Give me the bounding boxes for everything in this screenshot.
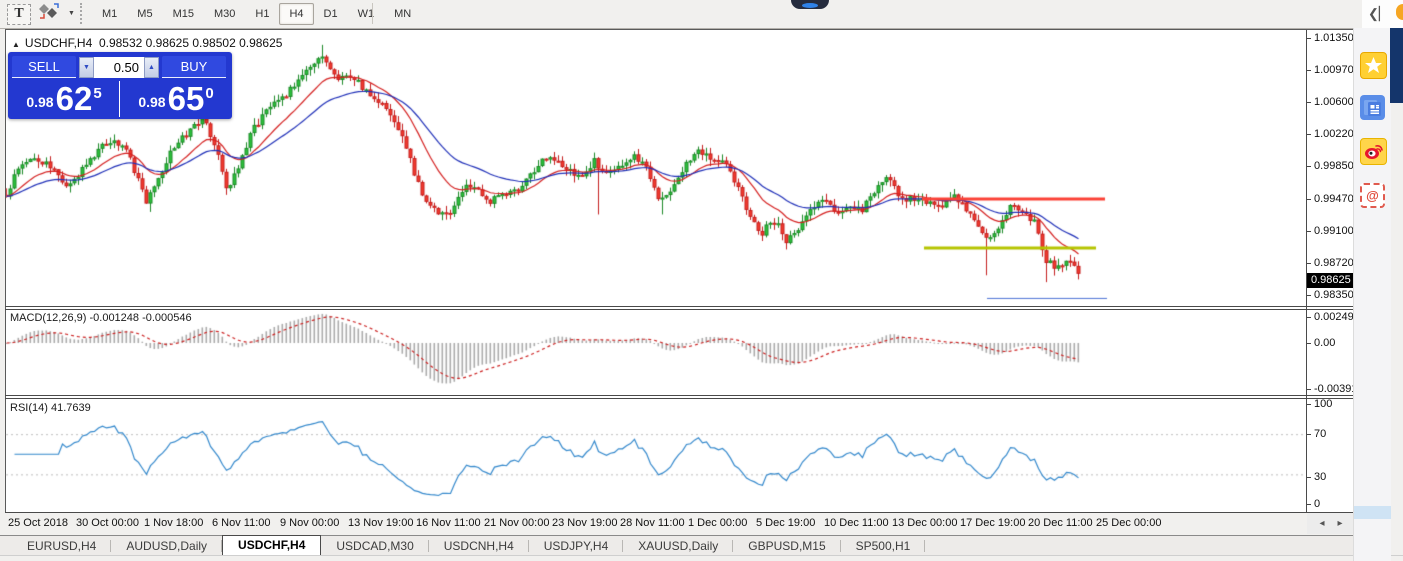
chart-title: ▲ USDCHF,H4 0.98532 0.98625 0.98502 0.986…	[12, 36, 282, 50]
macd-values: -0.001248 -0.000546	[89, 312, 191, 324]
time-axis-label: 23 Nov 19:00	[552, 517, 617, 529]
macd-axis-tick: 0.002492	[1307, 310, 1359, 324]
sidebar-partial-banner	[1354, 506, 1391, 519]
time-axis-label: 20 Dec 11:00	[1028, 517, 1093, 529]
sell-price-big-digits: 62	[56, 84, 93, 114]
pane-border[interactable]	[5, 395, 1353, 396]
time-axis-label: 1 Dec 00:00	[688, 517, 747, 529]
tab-xauusd-daily[interactable]: XAUUSD,Daily	[623, 537, 733, 555]
tab-usdjpy-h4[interactable]: USDJPY,H4	[529, 537, 623, 555]
scroll-left-icon[interactable]: ◂	[1315, 517, 1329, 531]
current-price-tag: 0.98625	[1307, 273, 1357, 288]
pane-border	[5, 398, 1353, 399]
time-axis-label: 5 Dec 19:00	[756, 517, 815, 529]
macd-name: MACD(12,26,9)	[10, 312, 86, 324]
time-axis-label: 16 Nov 11:00	[416, 517, 481, 529]
time-axis-label: 1 Nov 18:00	[144, 517, 203, 529]
sell-price-pip-digit: 5	[93, 85, 101, 102]
macd-axis-tick: -0.003913	[1307, 382, 1359, 396]
time-axis-label: 21 Nov 00:00	[484, 517, 549, 529]
time-axis-label: 25 Dec 00:00	[1096, 517, 1161, 529]
volume-decrease-button[interactable]: ▼	[79, 57, 94, 78]
time-axis-corner: ◂ ▸	[1307, 513, 1353, 534]
time-axis-label: 6 Nov 11:00	[212, 517, 271, 529]
time-axis-label: 13 Dec 00:00	[892, 517, 957, 529]
time-axis-label: 28 Nov 11:00	[620, 517, 685, 529]
tab-usdcnh-h4[interactable]: USDCNH,H4	[429, 537, 529, 555]
volume-input[interactable]	[94, 57, 144, 78]
chart-ohlc-values: 0.98532 0.98625 0.98502 0.98625	[99, 36, 283, 50]
price-axis-tick: 0.99850	[1307, 159, 1359, 173]
price-axis-tick: 0.99470	[1307, 192, 1359, 206]
time-axis-label: 17 Dec 19:00	[960, 517, 1025, 529]
mt4-window: T ▼ M1 M5 M15 M30 H1 H4 D1 W1 MN	[0, 0, 1403, 561]
price-axis-tick: 0.99100	[1307, 224, 1359, 238]
chart-tab-bar: EURUSD,H4 AUDUSD,Daily USDCHF,H4 USDCAD,…	[0, 535, 1362, 555]
buy-button[interactable]: BUY	[162, 56, 226, 78]
buy-price-big-digits: 65	[168, 84, 205, 114]
buy-price-prefix: 0.98	[138, 94, 165, 110]
weibo-icon[interactable]	[1360, 138, 1387, 165]
tab-eurusd-h4[interactable]: EURUSD,H4	[12, 537, 111, 555]
rsi-value: 41.7639	[51, 402, 91, 414]
rsi-axis-tick: 70	[1307, 427, 1359, 441]
price-axis-tick: 1.00220	[1307, 127, 1359, 141]
scroll-right-icon[interactable]: ▸	[1333, 517, 1347, 531]
chart-collapse-icon[interactable]: ▲	[12, 40, 20, 49]
price-axis-tick: 0.98350	[1307, 288, 1359, 302]
news-feed-icon[interactable]	[1360, 95, 1385, 120]
time-axis-label: 25 Oct 2018	[8, 517, 68, 529]
tab-audusd-daily[interactable]: AUDUSD,Daily	[111, 537, 222, 555]
favorites-star-icon[interactable]	[1360, 52, 1387, 79]
time-axis-label: 13 Nov 19:00	[348, 517, 413, 529]
buy-price-display[interactable]: 0.98 65 0	[120, 79, 231, 119]
price-axis-tick: 0.98720	[1307, 256, 1359, 270]
mail-at-icon[interactable]: @	[1360, 183, 1385, 208]
tab-gbpusd-m15[interactable]: GBPUSD,M15	[733, 537, 840, 555]
price-axis-tick: 1.01350	[1307, 31, 1359, 45]
time-axis-label: 10 Dec 11:00	[824, 517, 889, 529]
rsi-axis-tick: 0	[1307, 497, 1359, 511]
one-click-trading-panel: SELL ▼ ▲ BUY 0.98 62 5 0.98 65 0	[8, 52, 232, 119]
price-axis-tick: 1.00600	[1307, 95, 1359, 109]
browser-edge-strip	[1390, 28, 1403, 103]
browser-sidebar: @	[1353, 28, 1391, 561]
pane-border	[5, 309, 1353, 310]
tab-sp500-h1[interactable]: SP500,H1	[841, 537, 926, 555]
pane-border	[5, 512, 1353, 513]
time-axis-label: 30 Oct 00:00	[76, 517, 139, 529]
sell-price-display[interactable]: 0.98 62 5	[8, 79, 119, 119]
rsi-name: RSI(14)	[10, 402, 48, 414]
sell-button[interactable]: SELL	[12, 56, 76, 78]
rsi-axis-tick: 30	[1307, 470, 1359, 484]
time-axis-label: 9 Nov 00:00	[280, 517, 339, 529]
svg-text:@: @	[1366, 188, 1379, 203]
rsi-axis-tick: 100	[1307, 397, 1359, 411]
macd-indicator-label: MACD(12,26,9) -0.001248 -0.000546	[10, 312, 192, 324]
tab-usdcad-m30[interactable]: USDCAD,M30	[321, 537, 428, 555]
tab-usdchf-h4[interactable]: USDCHF,H4	[222, 535, 321, 555]
sell-price-prefix: 0.98	[26, 94, 53, 110]
price-axis-tick: 1.00970	[1307, 63, 1359, 77]
volume-increase-button[interactable]: ▲	[144, 57, 159, 78]
rsi-indicator-label: RSI(14) 41.7639	[10, 402, 91, 414]
macd-axis-tick: 0.00	[1307, 336, 1359, 350]
pane-border[interactable]	[5, 306, 1353, 307]
chart-symbol-label: USDCHF,H4	[25, 36, 92, 50]
buy-price-pip-digit: 0	[205, 85, 213, 102]
